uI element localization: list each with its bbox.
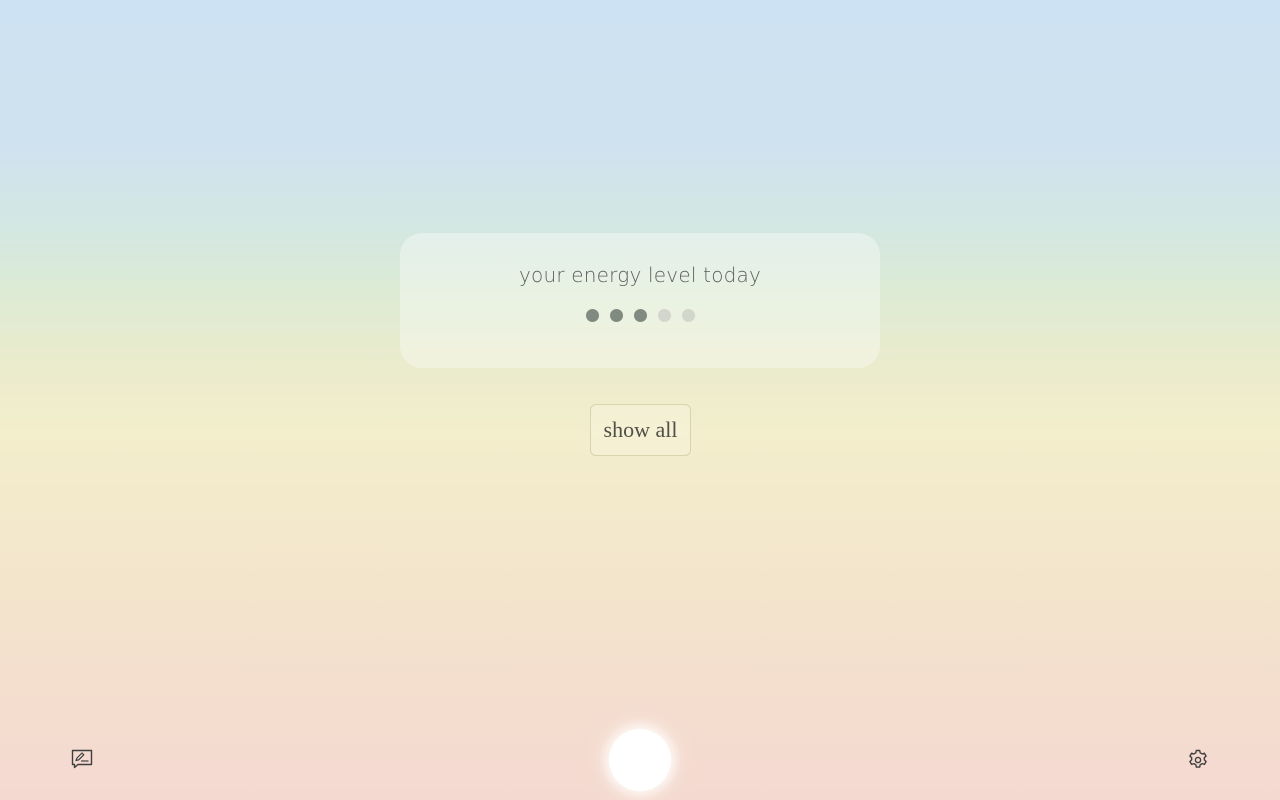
energy-dot-1[interactable] (585, 309, 599, 322)
energy-level-card: your energy level today (400, 233, 880, 368)
show-all-button[interactable]: show all (590, 404, 691, 456)
feedback-button[interactable] (70, 748, 94, 770)
center-orb-button[interactable] (609, 729, 671, 791)
energy-level-title: your energy level today (518, 263, 762, 287)
energy-dot-4[interactable] (657, 309, 671, 322)
energy-dot-5[interactable] (681, 309, 695, 322)
energy-dot-2[interactable] (609, 309, 623, 322)
settings-button[interactable] (1186, 748, 1210, 772)
gear-icon (1189, 749, 1207, 768)
feedback-icon (71, 749, 93, 769)
energy-level-rating (400, 309, 880, 322)
energy-dot-3[interactable] (633, 309, 647, 322)
